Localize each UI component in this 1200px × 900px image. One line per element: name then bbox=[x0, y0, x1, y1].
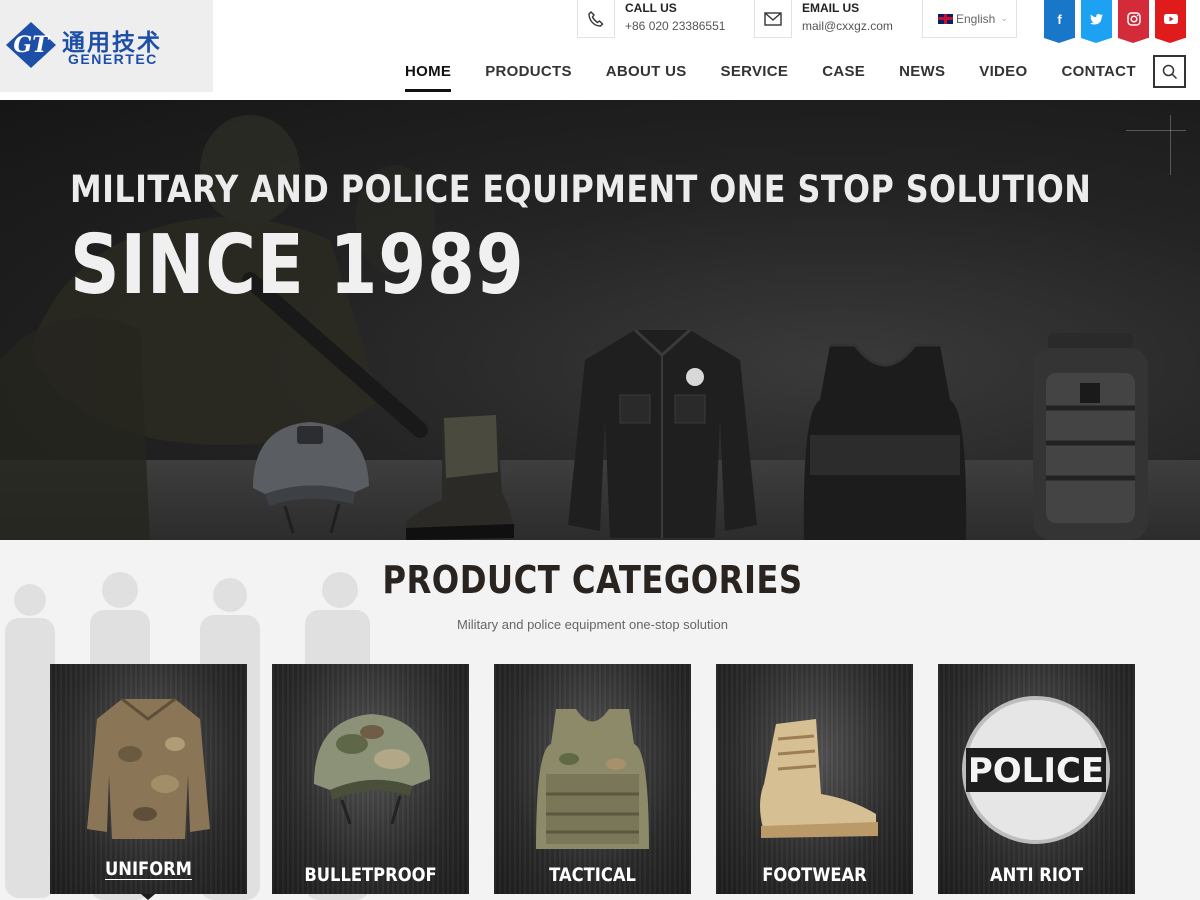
uk-flag-icon bbox=[938, 13, 953, 24]
phone-icon bbox=[577, 0, 615, 38]
nav-case[interactable]: CASE bbox=[822, 63, 865, 80]
helmet-image bbox=[253, 422, 369, 534]
chevron-down-icon: ⌄ bbox=[1000, 13, 1008, 23]
uniform-image bbox=[87, 697, 210, 839]
email-us[interactable]: EMAIL US mail@cxxgz.com bbox=[754, 0, 914, 38]
category-card-uniform[interactable]: UNIFORM bbox=[50, 664, 247, 894]
category-card-anti-riot[interactable]: POLICE ANTI RIOT bbox=[938, 664, 1135, 894]
active-card-pointer bbox=[141, 894, 155, 900]
vest-image bbox=[803, 343, 967, 540]
nav-about-us[interactable]: ABOUT US bbox=[606, 63, 687, 80]
search-button[interactable] bbox=[1153, 55, 1186, 88]
email-us-title: EMAIL US bbox=[802, 1, 860, 15]
product-categories-section: PRODUCT CATEGORIES Military and police e… bbox=[0, 540, 1200, 900]
nav-products[interactable]: PRODUCTS bbox=[485, 63, 572, 80]
hero-title: MILITARY AND POLICE EQUIPMENT ONE STOP S… bbox=[70, 168, 1092, 211]
hero-subtitle: SINCE 1989 bbox=[70, 218, 525, 313]
section-subtitle: Military and police equipment one-stop s… bbox=[457, 617, 728, 632]
search-icon bbox=[1162, 64, 1177, 79]
instagram-icon[interactable] bbox=[1118, 0, 1149, 43]
category-card-bulletproof[interactable]: BULLETPROOF bbox=[272, 664, 469, 894]
category-card-tactical[interactable]: TACTICAL bbox=[494, 664, 691, 894]
camo-helmet-image bbox=[314, 714, 430, 825]
category-label: BULLETPROOF bbox=[304, 864, 437, 886]
svg-text:GT: GT bbox=[13, 32, 50, 58]
brand-name-en: GENERTEC bbox=[68, 51, 158, 67]
nav-news[interactable]: NEWS bbox=[899, 63, 945, 80]
mail-icon bbox=[754, 0, 792, 38]
site-header: GT 通用技术 GENERTEC CALL US +86 020 2338655… bbox=[0, 0, 1200, 100]
shield-text: POLICE bbox=[968, 751, 1104, 791]
category-label: ANTI RIOT bbox=[990, 864, 1083, 886]
nav-video[interactable]: VIDEO bbox=[979, 63, 1027, 80]
decor-line bbox=[1170, 115, 1171, 175]
phone-number[interactable]: +86 020 23386551 bbox=[625, 19, 725, 33]
nav-home[interactable]: HOME bbox=[405, 63, 452, 92]
call-us[interactable]: CALL US +86 020 23386551 bbox=[577, 0, 737, 38]
nav-service[interactable]: SERVICE bbox=[721, 63, 789, 80]
hero-banner[interactable]: MILITARY AND POLICE EQUIPMENT ONE STOP S… bbox=[0, 100, 1200, 540]
section-title: PRODUCT CATEGORIES bbox=[382, 558, 803, 602]
main-nav: HOME PRODUCTS ABOUT US SERVICE CASE NEWS… bbox=[405, 63, 1170, 92]
jacket-image bbox=[568, 328, 757, 538]
logo[interactable]: GT 通用技术 GENERTEC bbox=[0, 0, 213, 92]
category-label: FOOTWEAR bbox=[762, 864, 867, 886]
logo-icon: GT bbox=[6, 22, 56, 68]
boot-image bbox=[405, 414, 514, 540]
desert-boot-image bbox=[760, 719, 878, 838]
soldier-background-image bbox=[0, 115, 435, 540]
nav-contact[interactable]: CONTACT bbox=[1061, 63, 1135, 80]
backpack-image bbox=[1033, 333, 1148, 540]
youtube-icon[interactable] bbox=[1155, 0, 1186, 43]
email-address[interactable]: mail@cxxgz.com bbox=[802, 19, 893, 33]
twitter-icon[interactable] bbox=[1081, 0, 1112, 43]
category-card-footwear[interactable]: FOOTWEAR bbox=[716, 664, 913, 894]
category-label: TACTICAL bbox=[549, 864, 636, 886]
category-label: UNIFORM bbox=[105, 858, 192, 880]
riot-shield-image: POLICE bbox=[962, 696, 1110, 844]
language-select[interactable]: English ⌄ bbox=[922, 0, 1017, 38]
decor-line bbox=[1126, 130, 1186, 131]
call-us-title: CALL US bbox=[625, 1, 677, 15]
tactical-vest-image bbox=[536, 709, 649, 849]
facebook-icon[interactable]: f bbox=[1044, 0, 1075, 43]
language-label: English bbox=[956, 11, 996, 26]
